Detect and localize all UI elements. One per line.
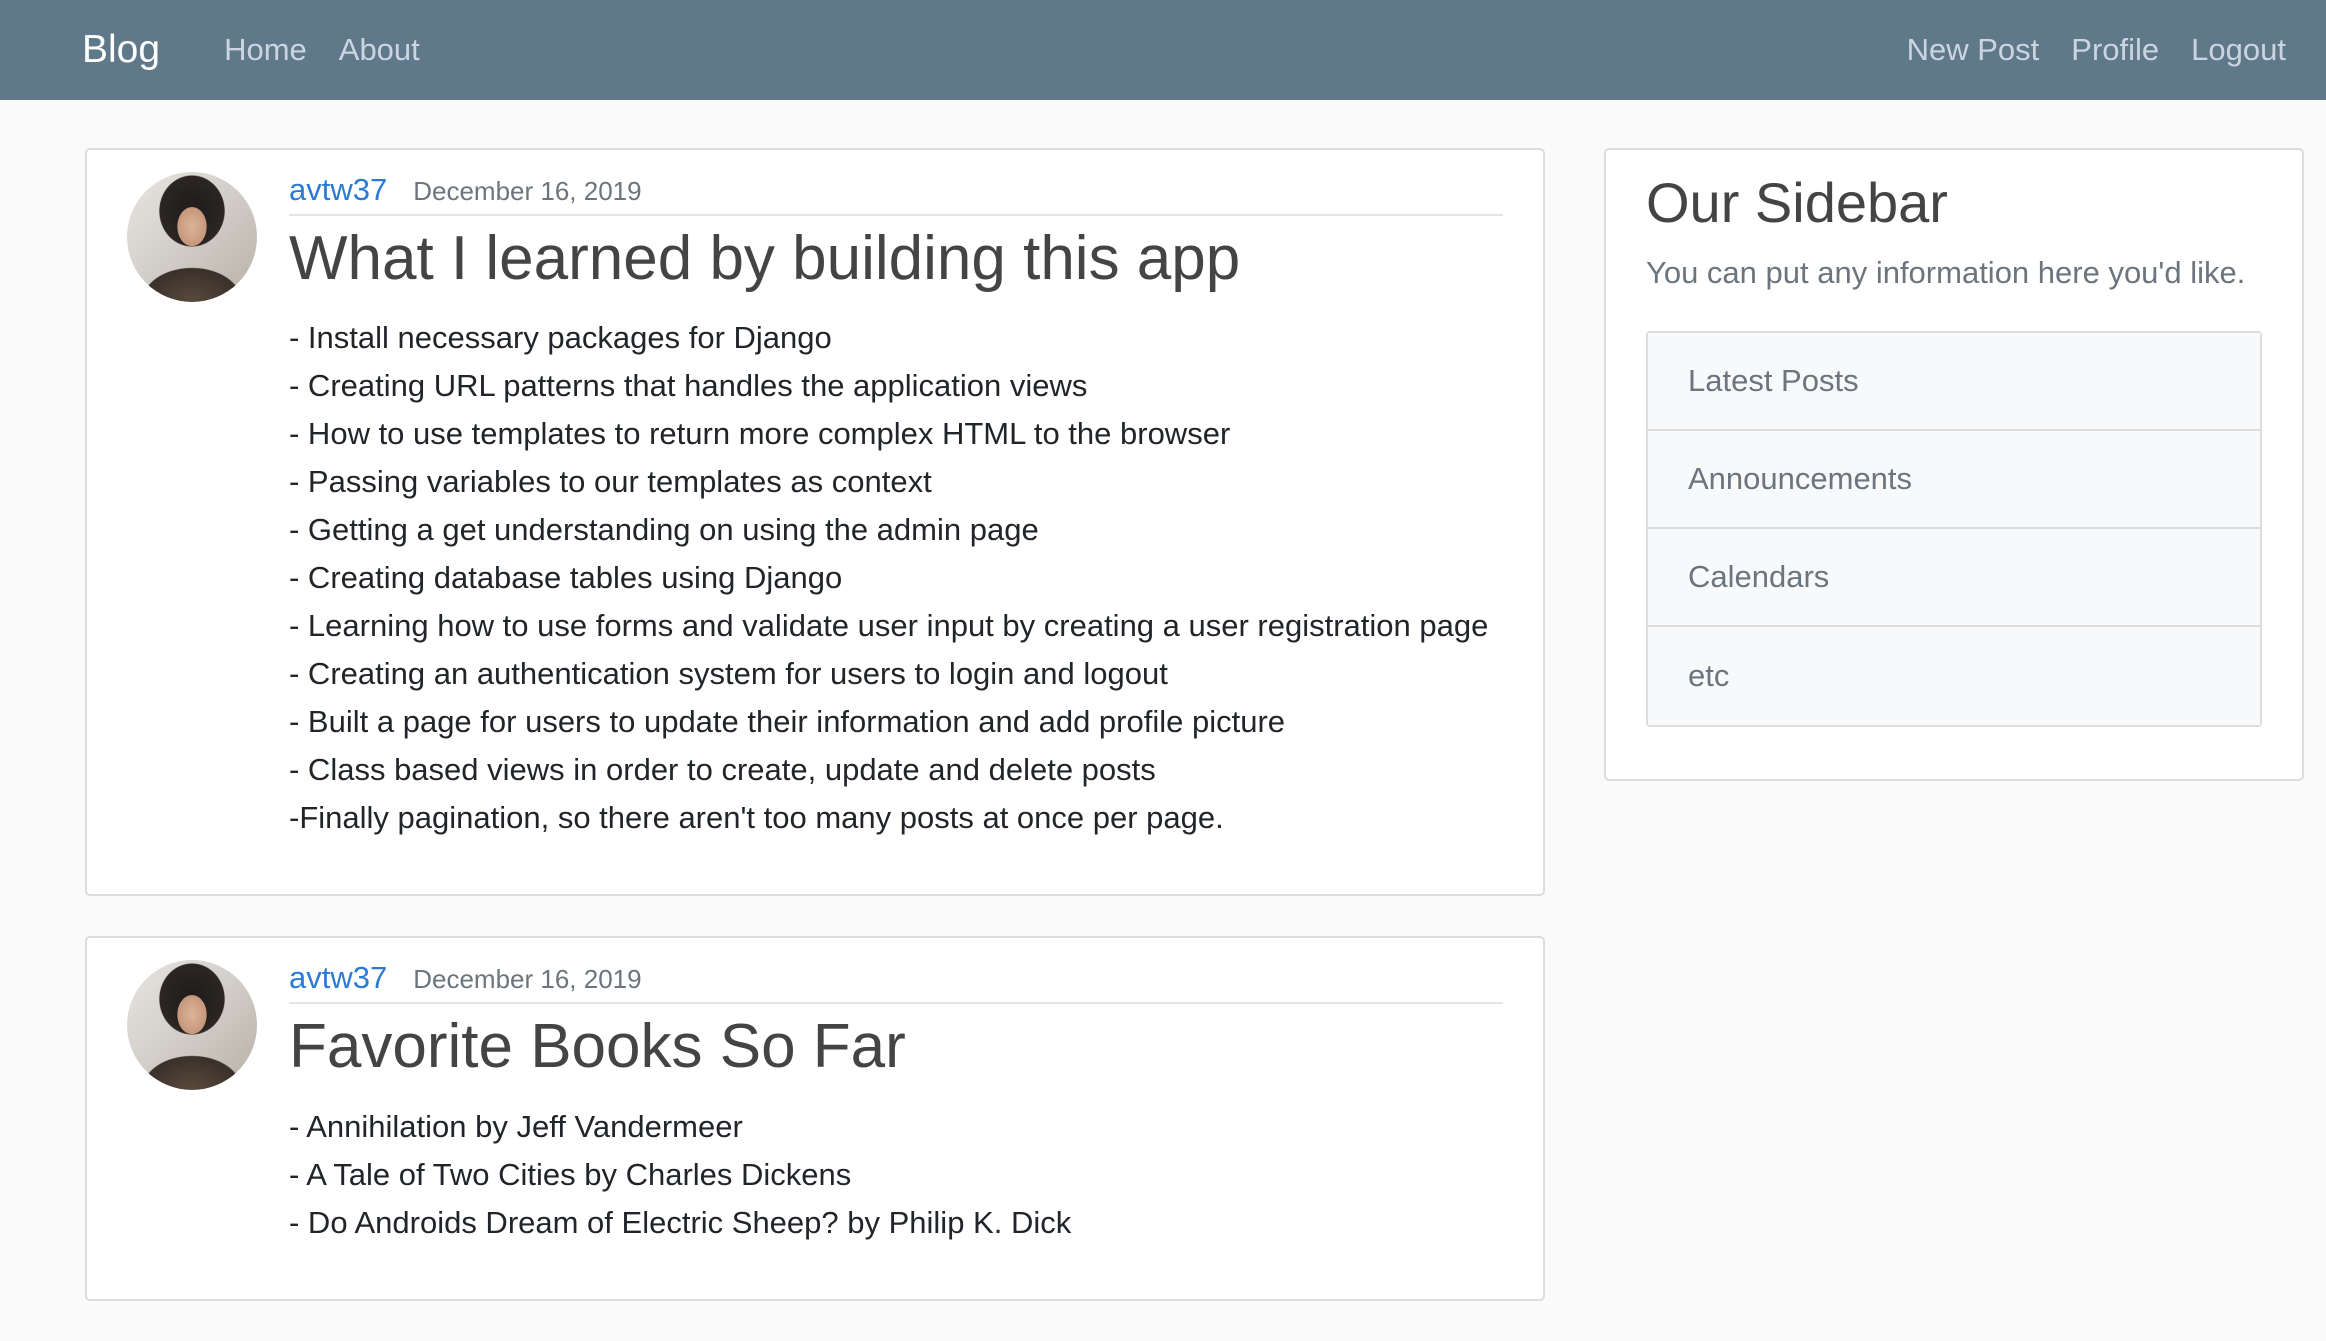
post-line: -Finally pagination, so there aren't too… [289, 800, 1224, 836]
sidebar-item-calendars[interactable]: Calendars [1648, 529, 2260, 627]
author-avatar[interactable] [127, 960, 257, 1091]
nav-logout-link[interactable]: Logout [2191, 32, 2286, 68]
post-line: - Built a page for users to update their… [289, 704, 1286, 740]
sidebar-description: You can put any information here you'd l… [1646, 255, 2246, 290]
post-content: - Annihilation by Jeff Vandermeer - A Ta… [289, 1103, 1503, 1247]
post-line: - Class based views in order to create, … [289, 752, 1156, 788]
post-line: - How to use templates to return more co… [289, 416, 1231, 452]
post-line: - A Tale of Two Cities by Charles Dicken… [289, 1156, 852, 1192]
post-line: - Learning how to use forms and validate… [289, 608, 1489, 644]
sidebar-item-etc[interactable]: etc [1648, 627, 2260, 725]
sidebar: Our Sidebar You can put any information … [1604, 148, 2304, 781]
post-meta: avtw37 December 16, 2019 [289, 960, 1503, 1005]
sidebar-title: Our Sidebar [1646, 171, 1948, 234]
post-line: - Creating database tables using Django [289, 560, 843, 596]
post-card: avtw37 December 16, 2019 Favorite Books … [85, 936, 1545, 1301]
nav-home-link[interactable]: Home [224, 32, 307, 68]
top-navbar: Blog Home About New Post Profile Logout [0, 0, 2326, 100]
post-line: - Do Androids Dream of Electric Sheep? b… [289, 1204, 1072, 1240]
post-date: December 16, 2019 [413, 964, 642, 995]
post-content: - Install necessary packages for Django … [289, 314, 1503, 842]
author-avatar[interactable] [127, 172, 257, 302]
nav-left-links: Home About [224, 32, 420, 68]
nav-right-links: New Post Profile Logout [1907, 32, 2286, 68]
posts-column: avtw37 December 16, 2019 What I learned … [85, 148, 1545, 1341]
sidebar-item-announcements[interactable]: Announcements [1648, 431, 2260, 529]
post-line: - Passing variables to our templates as … [289, 464, 932, 500]
nav-profile-link[interactable]: Profile [2071, 32, 2159, 68]
nav-new-post-link[interactable]: New Post [1907, 32, 2040, 68]
sidebar-item-latest-posts[interactable]: Latest Posts [1648, 333, 2260, 431]
post-line: - Getting a get understanding on using t… [289, 512, 1039, 548]
post-line: - Creating an authentication system for … [289, 656, 1168, 692]
brand-link[interactable]: Blog [82, 28, 160, 72]
post-body: avtw37 December 16, 2019 What I learned … [289, 172, 1503, 842]
sidebar-list: Latest Posts Announcements Calendars etc [1646, 331, 2262, 727]
post-title[interactable]: Favorite Books So Far [289, 1010, 1503, 1084]
nav-about-link[interactable]: About [339, 32, 420, 68]
post-line: - Install necessary packages for Django [289, 320, 832, 356]
post-title[interactable]: What I learned by building this app [289, 222, 1503, 296]
post-author-link[interactable]: avtw37 [289, 960, 387, 996]
post-date: December 16, 2019 [413, 176, 642, 206]
post-card: avtw37 December 16, 2019 What I learned … [85, 148, 1545, 897]
post-body: avtw37 December 16, 2019 Favorite Books … [289, 960, 1503, 1246]
post-meta: avtw37 December 16, 2019 [289, 172, 1503, 216]
post-line: - Creating URL patterns that handles the… [289, 368, 1088, 404]
post-author-link[interactable]: avtw37 [289, 172, 387, 208]
post-line: - Annihilation by Jeff Vandermeer [289, 1108, 743, 1144]
